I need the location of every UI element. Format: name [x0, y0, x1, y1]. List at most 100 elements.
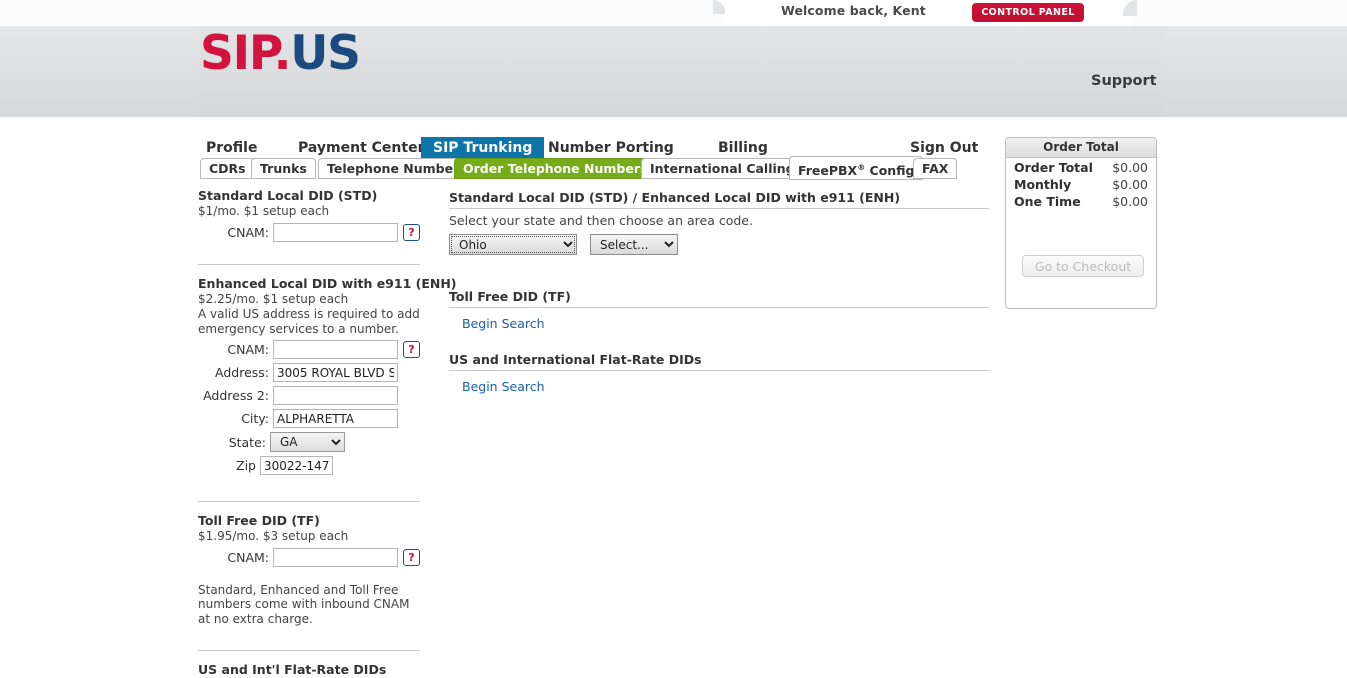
- topbar-left-curve: [713, 0, 725, 14]
- subnav-tab-telephone-numbers[interactable]: Telephone Numbers: [318, 158, 476, 179]
- std-enh-heading: Standard Local DID (STD) / Enhanced Loca…: [449, 190, 989, 209]
- tollfree-did-price: $1.95/mo. $3 setup each: [198, 529, 349, 543]
- enhanced-city-input[interactable]: [273, 409, 398, 428]
- enhanced-zip-input[interactable]: [260, 456, 333, 475]
- order-total-row-value: $0.00: [1112, 177, 1148, 192]
- std-enh-description: Select your state and then choose an are…: [449, 213, 753, 228]
- flatrate-begin-search-link[interactable]: Begin Search: [462, 379, 545, 394]
- order-total-row: One Time $0.00: [1006, 194, 1156, 209]
- cnam-included-note: Standard, Enhanced and Toll Free numbers…: [198, 582, 410, 626]
- top-utility-bar: Welcome back, Kent CONTROL PANEL: [0, 0, 1347, 26]
- tollfree-begin-search-link[interactable]: Begin Search: [462, 316, 545, 331]
- order-total-panel: Order Total Order Total $0.00 Monthly $0.00…: [1005, 137, 1157, 309]
- enhanced-city-row: City:: [198, 409, 420, 428]
- flatrate-did-section: US and Int'l Flat-Rate DIDs: [198, 662, 420, 677]
- registered-mark-icon: ®: [857, 163, 866, 172]
- order-total-row-label: Monthly: [1014, 177, 1072, 192]
- mainnav-item-label: Number Porting: [548, 140, 674, 156]
- subnav-tab-label-tail: Config: [865, 163, 915, 179]
- mainnav-item-label: Sign Out: [910, 140, 979, 156]
- enhanced-cnam-input[interactable]: [273, 340, 398, 359]
- enhanced-cnam-row: CNAM: ?: [198, 340, 420, 359]
- subnav-tab-order-telephone-numbers[interactable]: Order Telephone Numbers: [454, 158, 657, 179]
- enhanced-did-section: Enhanced Local DID with e911 (ENH) $2.25…: [198, 275, 457, 475]
- enhanced-did-price: $2.25/mo. $1 setup each: [198, 291, 349, 306]
- sidebar-divider-1: [198, 263, 420, 265]
- tollfree-cnam-help-icon[interactable]: ?: [403, 548, 420, 566]
- standard-did-section: Standard Local DID (STD) $1/mo. $1 setup…: [198, 188, 420, 242]
- subnav-tab-cdrs[interactable]: CDRs: [200, 158, 255, 179]
- tollfree-cnam-input[interactable]: [273, 547, 398, 567]
- sidebar-divider-2: [198, 501, 420, 502]
- tollfree-heading: Toll Free DID (TF): [449, 289, 989, 308]
- order-total-rows: Order Total $0.00 Monthly $0.00 One Time $0.0…: [1006, 160, 1156, 209]
- standard-cnam-help-icon[interactable]: ?: [403, 223, 420, 241]
- enhanced-cnam-help-icon[interactable]: ?: [403, 341, 420, 358]
- order-total-row-label: Order Total: [1014, 160, 1093, 175]
- subnav-tab-label: Telephone Numbers: [327, 161, 467, 176]
- enhanced-state-row: State: GA: [198, 432, 420, 452]
- mainnav-item-number-porting[interactable]: Number Porting: [548, 137, 674, 159]
- subnav-tab-label: FAX: [922, 161, 949, 176]
- mainnav-item-profile[interactable]: Profile: [206, 137, 257, 159]
- topbar-right-curve: [1123, 0, 1137, 16]
- logo-text-us: US: [290, 26, 361, 81]
- flatrate-block: US and International Flat-Rate DIDs Begi…: [449, 352, 989, 395]
- mainnav-item-label: Payment Center: [298, 140, 425, 156]
- subnav-tab-label: International Calling: [650, 161, 795, 176]
- order-total-row: Monthly $0.00: [1006, 177, 1156, 192]
- subnav-tab-international-calling[interactable]: International Calling: [641, 158, 804, 179]
- site-logo[interactable]: SIP.US: [200, 30, 361, 77]
- pricing-sidebar: Standard Local DID (STD) $1/mo. $1 setup…: [198, 188, 457, 678]
- area-code-select[interactable]: Select...: [590, 234, 678, 255]
- mainnav-item-billing[interactable]: Billing: [718, 137, 768, 159]
- tollfree-block: Toll Free DID (TF) Begin Search: [449, 289, 989, 332]
- enhanced-zip-label: Zip: [236, 458, 256, 473]
- tollfree-cnam-row: CNAM: ?: [198, 547, 420, 567]
- enhanced-address2-row: Address 2:: [198, 386, 420, 405]
- order-total-header: Order Total: [1006, 138, 1156, 158]
- mainnav-item-sip-trunking[interactable]: SIP Trunking: [421, 137, 545, 159]
- support-link[interactable]: Support: [1091, 73, 1157, 89]
- subnav-tab-label: Order Telephone Numbers: [463, 161, 648, 176]
- subnav-tab-trunks[interactable]: Trunks: [251, 158, 316, 179]
- mainnav-item-payment-center[interactable]: Payment Center: [298, 137, 424, 159]
- flatrate-did-title: US and Int'l Flat-Rate DIDs: [198, 662, 387, 677]
- subnav-tab-label: FreePBX: [798, 163, 858, 179]
- order-total-row-value: $0.00: [1112, 160, 1148, 175]
- enhanced-address2-input[interactable]: [273, 386, 398, 405]
- enhanced-zip-row: Zip: [198, 456, 420, 475]
- std-enh-block: Standard Local DID (STD) / Enhanced Loca…: [449, 190, 989, 255]
- std-enh-select-row: Ohio Select...: [449, 234, 989, 255]
- enhanced-did-note: A valid US address is required to add em…: [198, 307, 420, 336]
- tollfree-cnam-label: CNAM:: [227, 549, 269, 565]
- enhanced-address-row: Address:: [198, 363, 420, 382]
- enhanced-address2-label: Address 2:: [203, 388, 269, 403]
- order-total-row-value: $0.00: [1112, 194, 1148, 209]
- state-select[interactable]: Ohio: [449, 234, 577, 255]
- enhanced-city-label: City:: [241, 411, 269, 426]
- subnav-tab-label: CDRs: [209, 161, 246, 176]
- standard-did-title: Standard Local DID (STD): [198, 188, 378, 203]
- welcome-message: Welcome back, Kent: [781, 3, 926, 18]
- subnav-tab-freepbx[interactable]: FreePBX® Config: [789, 156, 924, 180]
- logo-text-dot: .: [273, 26, 292, 81]
- enhanced-did-title: Enhanced Local DID with e911 (ENH): [198, 275, 457, 291]
- enhanced-address-input[interactable]: [273, 363, 398, 382]
- subnav-tab-fax[interactable]: FAX: [913, 158, 958, 179]
- enhanced-state-select[interactable]: GA: [270, 432, 345, 452]
- mainnav-item-label: SIP Trunking: [433, 140, 533, 156]
- tollfree-did-title: Toll Free DID (TF): [198, 513, 320, 528]
- order-main-content: Standard Local DID (STD) / Enhanced Loca…: [449, 190, 989, 395]
- standard-cnam-row: CNAM: ?: [198, 222, 420, 242]
- go-to-checkout-button[interactable]: Go to Checkout: [1022, 255, 1144, 277]
- standard-cnam-input[interactable]: [273, 222, 398, 242]
- logo-text-sip: SIP: [200, 26, 275, 81]
- sidebar-divider-3: [198, 650, 420, 651]
- control-panel-button[interactable]: CONTROL PANEL: [972, 3, 1084, 22]
- tollfree-did-section: Toll Free DID (TF) $1.95/mo. $3 setup ea…: [198, 513, 420, 626]
- standard-did-price: $1/mo. $1 setup each: [198, 204, 330, 218]
- mainnav-item-label: Profile: [206, 140, 258, 156]
- order-total-row-label: One Time: [1014, 194, 1081, 209]
- mainnav-item-label: Billing: [718, 140, 768, 156]
